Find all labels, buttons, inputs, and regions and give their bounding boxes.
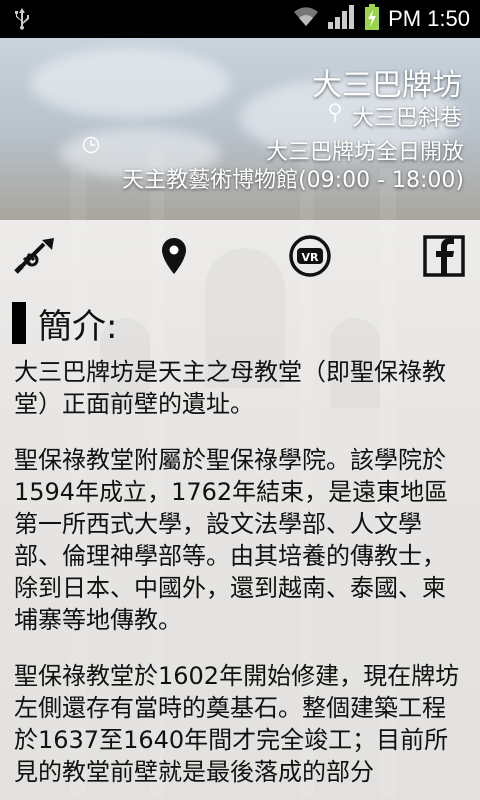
intro-paragraph: 大三巴牌坊是天主之母教堂（即聖保祿教堂）正面前壁的遺址。	[14, 358, 446, 418]
facebook-share-button[interactable]	[420, 235, 468, 281]
facebook-icon	[423, 235, 465, 281]
status-time: PM 1:50	[388, 6, 470, 31]
svg-text:VR: VR	[302, 251, 320, 264]
location-row[interactable]: 大三巴斜巷	[328, 100, 462, 132]
intro-paragraph: 聖保祿教堂附屬於聖保祿學院。該學院於1594年成立，1762年結束，是遠東地區第…	[14, 446, 449, 634]
content-panel: VR 簡介: 大三巴牌坊是天主之母教堂（即聖保祿教堂）正面前壁的遺址。 聖保祿教…	[0, 220, 480, 800]
hours-line-2: 天主教藝術博物館(09:00 - 18:00)	[122, 168, 464, 193]
usb-icon	[14, 8, 30, 34]
intro-heading: 簡介:	[12, 300, 118, 347]
intro-paragraph: 聖保祿教堂於1602年開始修建，現在牌坊左側還存有當時的奠基石。整個建築工程於1…	[14, 662, 460, 786]
header: 大三巴牌坊 大三巴斜巷 大三巴牌坊全日開放 天主教藝術博物館(09:00 - 1…	[0, 38, 480, 220]
battery-charging-icon	[364, 4, 380, 34]
location-text: 大三巴斜巷	[351, 106, 462, 131]
wifi-icon	[292, 6, 320, 32]
vr-button[interactable]: VR	[286, 234, 334, 282]
map-pin-icon	[160, 236, 188, 280]
intro-text: 大三巴牌坊是天主之母教堂（即聖保祿教堂）正面前壁的遺址。 聖保祿教堂附屬於聖保祿…	[14, 356, 466, 800]
map-button[interactable]	[150, 236, 198, 280]
action-bar: VR	[0, 220, 480, 298]
page-title: 大三巴牌坊	[312, 68, 462, 103]
opening-hours: 大三巴牌坊全日開放 天主教藝術博物館(09:00 - 18:00)	[0, 134, 464, 196]
signal-icon	[328, 5, 356, 33]
location-pin-icon	[328, 103, 342, 129]
audio-guide-button[interactable]	[12, 236, 60, 280]
status-bar: PM 1:50	[0, 0, 480, 38]
trumpet-icon	[14, 236, 58, 280]
vr-icon: VR	[288, 234, 332, 282]
intro-heading-label: 簡介:	[38, 306, 118, 347]
heading-marker	[12, 302, 26, 344]
clock-icon	[82, 136, 100, 158]
